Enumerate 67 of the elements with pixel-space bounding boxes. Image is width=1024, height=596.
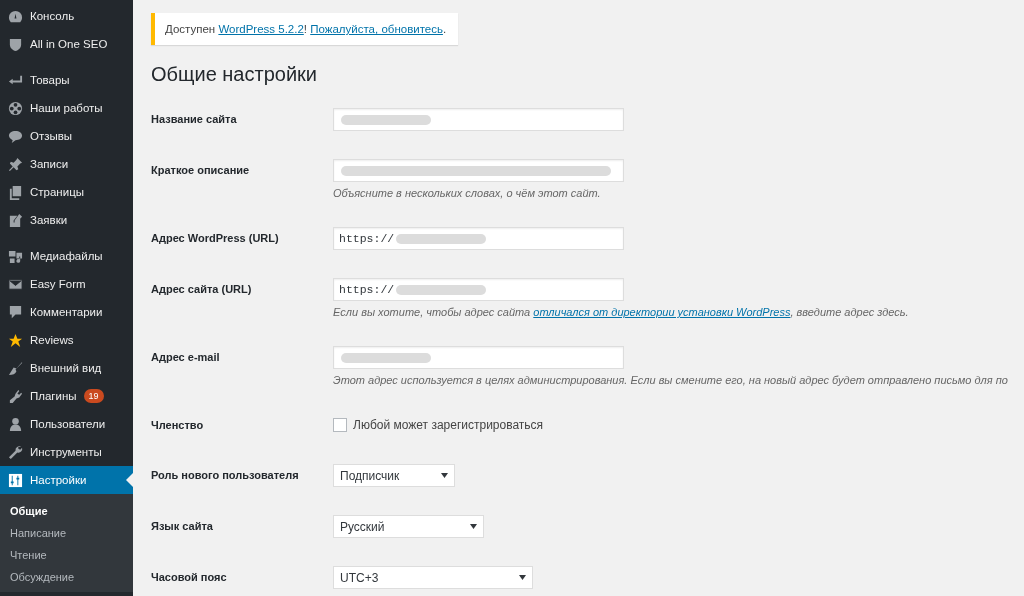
menu-icon xyxy=(8,472,23,488)
menu-icon xyxy=(8,212,23,228)
menu-icon xyxy=(8,8,23,24)
field-label: Краткое описание xyxy=(151,163,251,178)
field-label: Язык сайта xyxy=(151,519,214,534)
checkbox[interactable] xyxy=(333,418,347,432)
menu-icon xyxy=(8,36,23,52)
link[interactable]: WordPress 5.2.2 xyxy=(218,23,304,35)
menu-icon xyxy=(8,128,23,144)
menu-item[interactable]: Товары xyxy=(0,66,133,94)
menu-icon xyxy=(8,444,23,460)
field-label: Часовой пояс xyxy=(151,570,228,585)
text-field[interactable] xyxy=(333,159,624,182)
menu-icon xyxy=(8,388,23,404)
menu-item[interactable]: Отзывы xyxy=(0,122,133,150)
dropdown[interactable]: Подписчик xyxy=(333,464,455,487)
menu-item[interactable]: Easy Form xyxy=(0,270,133,298)
notice-text: Доступен WordPress 5.2.2! Пожалуйста, обновитесь. xyxy=(165,23,447,35)
menu-item[interactable]: Консоль xyxy=(0,2,133,30)
link[interactable]: Пожалуйста, обновитесь xyxy=(310,23,443,35)
submenu-item[interactable]: Чтение xyxy=(0,544,133,566)
dropdown[interactable]: UTC+3 xyxy=(333,566,533,589)
submenu-item[interactable]: Общие xyxy=(0,500,133,522)
field-label: Адрес WordPress (URL) xyxy=(151,231,280,246)
menu-icon xyxy=(8,276,23,292)
dropdown[interactable]: Русский xyxy=(333,515,484,538)
caret-icon xyxy=(470,524,477,529)
menu-icon xyxy=(8,416,23,432)
text-field[interactable] xyxy=(333,346,624,369)
checkbox-label: Любой может зарегистрироваться xyxy=(353,417,544,434)
menu-item[interactable]: Плагины 19 xyxy=(0,382,133,410)
menu-icon xyxy=(8,184,23,200)
field-label: Адрес сайта (URL) xyxy=(151,282,253,297)
submenu-item[interactable]: Написание xyxy=(0,522,133,544)
menu-icon xyxy=(8,332,23,348)
page-title: Общие настройки xyxy=(151,63,318,86)
menu-item[interactable]: Инструменты xyxy=(0,438,133,466)
field-label: Адрес e-mail xyxy=(151,350,221,365)
pointer-icon xyxy=(126,473,133,487)
menu-icon xyxy=(8,100,23,116)
field-description: Если вы хотите, чтобы адрес сайта отличался от директории установки WordPress, введите адрес здесь. xyxy=(333,306,910,318)
menu-item[interactable]: All in One SEO xyxy=(0,30,133,58)
field-label: Название сайта xyxy=(151,112,238,127)
caret-icon xyxy=(441,473,448,478)
menu-item[interactable]: Наши работы xyxy=(0,94,133,122)
menu-item[interactable]: Внешний вид xyxy=(0,354,133,382)
menu-item[interactable]: Медиафайлы xyxy=(0,242,133,270)
count-badge: 19 xyxy=(83,389,104,403)
field-label: Членство xyxy=(151,418,205,433)
submenu-item[interactable]: Обсуждение xyxy=(0,566,133,588)
caret-icon xyxy=(519,575,526,580)
text-field[interactable] xyxy=(333,108,624,131)
menu-item[interactable]: Reviews xyxy=(0,326,133,354)
menu-item[interactable]: Пользователи xyxy=(0,410,133,438)
field-description: Этот адрес используется в целях администрирования. Если вы смените его, на новый адрес будет отправлено письмо для по xyxy=(333,374,1009,386)
menu-item[interactable]: Настройки xyxy=(0,466,133,494)
text-field[interactable]: https:// xyxy=(333,278,624,301)
menu-icon xyxy=(8,248,23,264)
menu-item[interactable]: Записи xyxy=(0,150,133,178)
menu-item[interactable]: Страницы xyxy=(0,178,133,206)
text-field[interactable]: https:// xyxy=(333,227,624,250)
field-label: Роль нового пользователя xyxy=(151,468,300,483)
menu-icon xyxy=(8,304,23,320)
menu-item[interactable]: Заявки xyxy=(0,206,133,234)
menu-icon xyxy=(8,156,23,172)
menu-item[interactable]: Комментарии xyxy=(0,298,133,326)
field-description: Объясните в нескольких словах, о чём этот сайт. xyxy=(333,187,602,199)
